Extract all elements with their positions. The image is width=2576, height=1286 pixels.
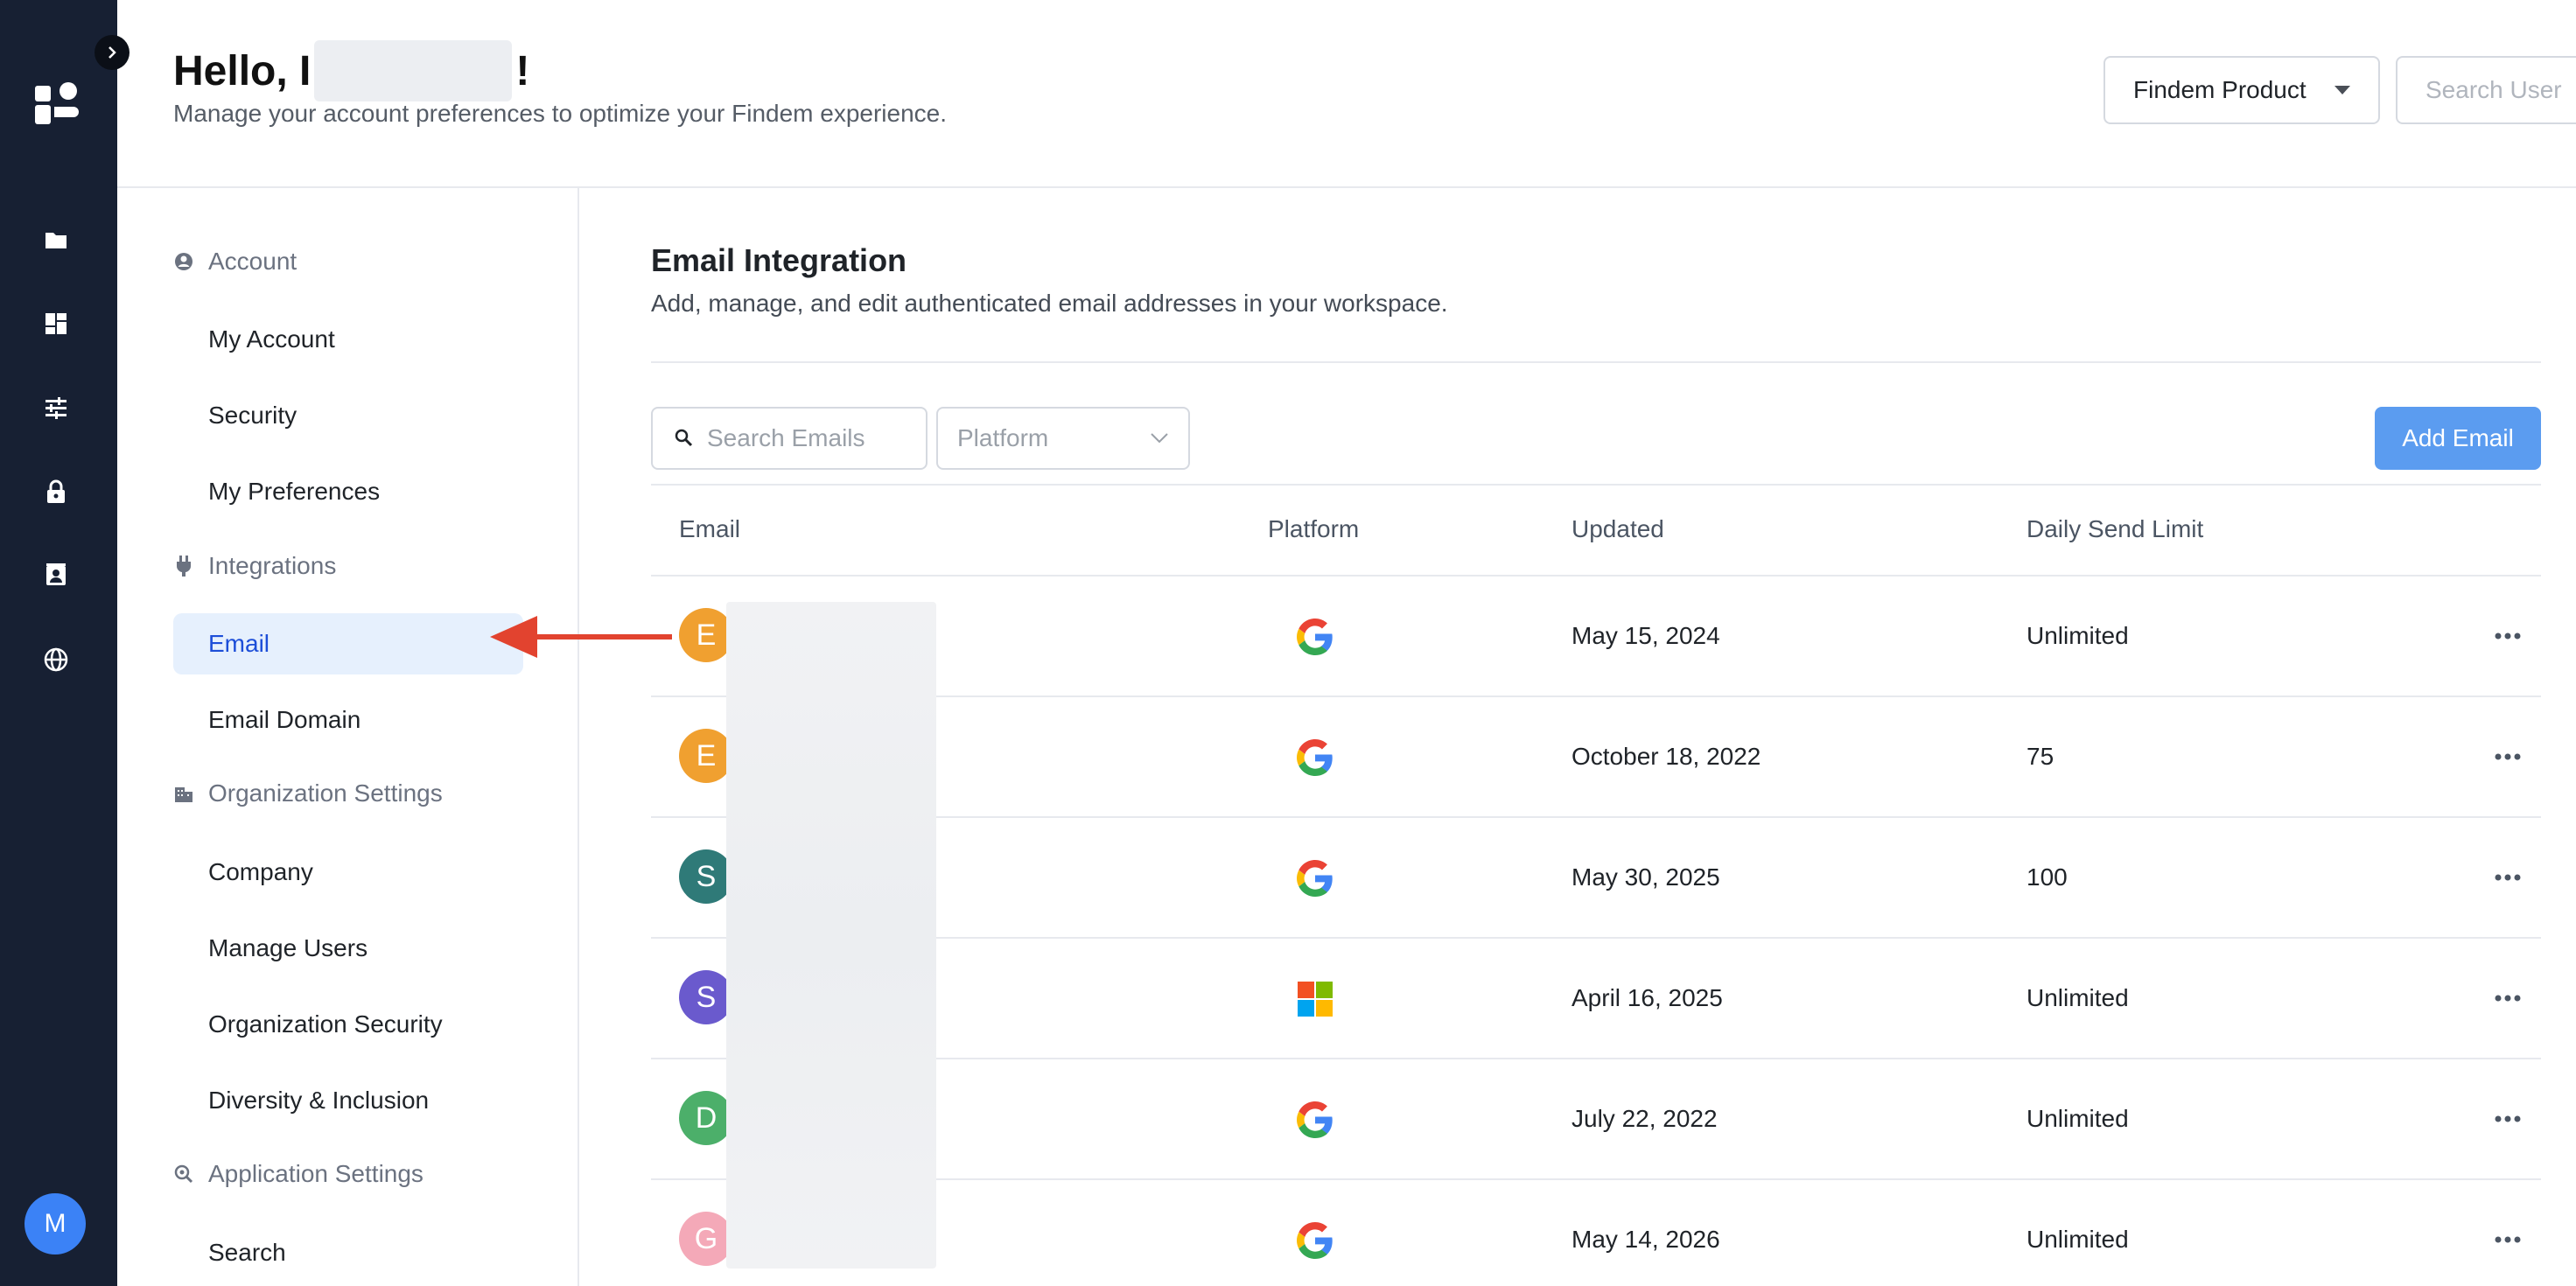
section-title: Email Integration	[651, 242, 907, 278]
search-emails-input[interactable]: Search Emails	[651, 407, 928, 470]
nav-item-my-account[interactable]: My Account	[173, 309, 523, 370]
email-avatar: D	[679, 1091, 733, 1145]
updated-date: October 18, 2022	[1572, 743, 1761, 770]
page-header: Hello, I ! Manage your account preferenc…	[117, 0, 2576, 188]
redacted-name	[314, 40, 513, 101]
folder-icon[interactable]	[40, 224, 72, 255]
daily-send-limit: 100	[2026, 863, 2068, 891]
settings-nav: Account My Account Security My Preferenc…	[117, 188, 579, 1286]
nav-section-label: Integrations	[208, 552, 337, 579]
contact-card-icon[interactable]	[40, 560, 72, 591]
platform-filter-dropdown[interactable]: Platform	[936, 407, 1190, 470]
daily-send-limit: Unlimited	[2026, 622, 2129, 649]
product-dropdown-value: Findem Product	[2133, 76, 2306, 103]
search-emails-placeholder: Search Emails	[707, 424, 865, 451]
daily-send-limit: Unlimited	[2026, 1105, 2129, 1132]
findem-logo	[35, 80, 80, 126]
more-options-icon[interactable]	[2488, 1100, 2527, 1138]
building-icon	[173, 783, 194, 804]
annotation-arrow	[490, 616, 672, 658]
nav-section-label: Application Settings	[208, 1160, 424, 1187]
nav-item-organization-security[interactable]: Organization Security	[173, 994, 523, 1055]
google-icon	[1297, 739, 1334, 776]
user-avatar[interactable]: M	[24, 1193, 86, 1255]
daily-send-limit: Unlimited	[2026, 1226, 2129, 1253]
column-header-email: Email	[679, 515, 741, 542]
updated-date: May 15, 2024	[1572, 622, 1720, 649]
nav-section-label: Organization Settings	[208, 779, 443, 807]
caret-down-icon	[2334, 86, 2350, 94]
greeting-prefix: Hello, I	[173, 47, 312, 94]
add-email-button[interactable]: Add Email	[2375, 407, 2541, 470]
email-avatar: S	[679, 849, 733, 904]
more-options-icon[interactable]	[2488, 617, 2527, 655]
greeting-heading: Hello, I !	[173, 40, 529, 101]
nav-item-email-domain[interactable]: Email Domain	[173, 689, 523, 751]
more-options-icon[interactable]	[2488, 858, 2527, 897]
nav-section-organization: Organization Settings	[173, 779, 443, 807]
chevron-down-icon	[1151, 433, 1168, 444]
more-options-icon[interactable]	[2488, 1220, 2527, 1259]
app-settings-icon	[173, 1164, 194, 1185]
column-header-daily-send-limit: Daily Send Limit	[2026, 515, 2204, 542]
nav-item-security[interactable]: Security	[173, 385, 523, 446]
nav-item-email[interactable]: Email	[173, 613, 523, 674]
google-icon	[1297, 619, 1334, 655]
nav-section-integrations: Integrations	[173, 552, 336, 580]
email-avatar: E	[679, 608, 733, 662]
nav-item-company[interactable]: Company	[173, 842, 523, 903]
email-avatar: S	[679, 970, 733, 1024]
email-avatar: E	[679, 729, 733, 783]
page-subtitle: Manage your account preferences to optim…	[173, 100, 948, 127]
nav-item-manage-users[interactable]: Manage Users	[173, 918, 523, 979]
nav-item-my-preferences[interactable]: My Preferences	[173, 461, 523, 522]
search-user-placeholder: Search User	[2426, 76, 2562, 103]
nav-section-label: Account	[208, 248, 298, 275]
daily-send-limit: 75	[2026, 743, 2054, 770]
more-options-icon[interactable]	[2488, 737, 2527, 776]
search-user-dropdown[interactable]: Search User	[2396, 56, 2576, 124]
dashboard-icon[interactable]	[40, 308, 72, 339]
column-header-updated: Updated	[1572, 515, 1664, 542]
updated-date: April 16, 2025	[1572, 984, 1723, 1011]
redacted-email-names	[726, 602, 936, 1269]
app-rail: M	[0, 0, 117, 1286]
email-avatar: G	[679, 1212, 733, 1266]
product-dropdown[interactable]: Findem Product	[2104, 56, 2380, 124]
account-circle-icon	[173, 251, 194, 272]
google-icon	[1297, 860, 1334, 897]
updated-date: July 22, 2022	[1572, 1105, 1718, 1132]
search-icon	[675, 429, 693, 447]
lock-icon[interactable]	[40, 476, 72, 507]
chevron-right-icon	[108, 46, 116, 59]
google-icon	[1297, 1222, 1334, 1259]
updated-date: May 30, 2025	[1572, 863, 1720, 891]
updated-date: May 14, 2026	[1572, 1226, 1720, 1253]
plug-icon	[173, 556, 194, 577]
daily-send-limit: Unlimited	[2026, 984, 2129, 1011]
greeting-suffix: !	[515, 47, 530, 94]
globe-icon[interactable]	[40, 644, 72, 675]
column-header-platform: Platform	[1268, 515, 1360, 542]
nav-section-application: Application Settings	[173, 1160, 424, 1188]
nav-section-account: Account	[173, 248, 297, 276]
section-description: Add, manage, and edit authenticated emai…	[651, 290, 1448, 317]
google-icon	[1297, 1101, 1334, 1138]
divider	[651, 361, 2541, 363]
more-options-icon[interactable]	[2488, 979, 2527, 1017]
table-top-border	[651, 484, 2541, 486]
expand-sidebar-button[interactable]	[94, 35, 130, 70]
nav-item-diversity-inclusion[interactable]: Diversity & Inclusion	[173, 1070, 523, 1131]
nav-item-search[interactable]: Search	[173, 1222, 523, 1283]
platform-filter-placeholder: Platform	[957, 424, 1049, 451]
microsoft-icon	[1297, 981, 1334, 1017]
sliders-icon[interactable]	[40, 392, 72, 423]
